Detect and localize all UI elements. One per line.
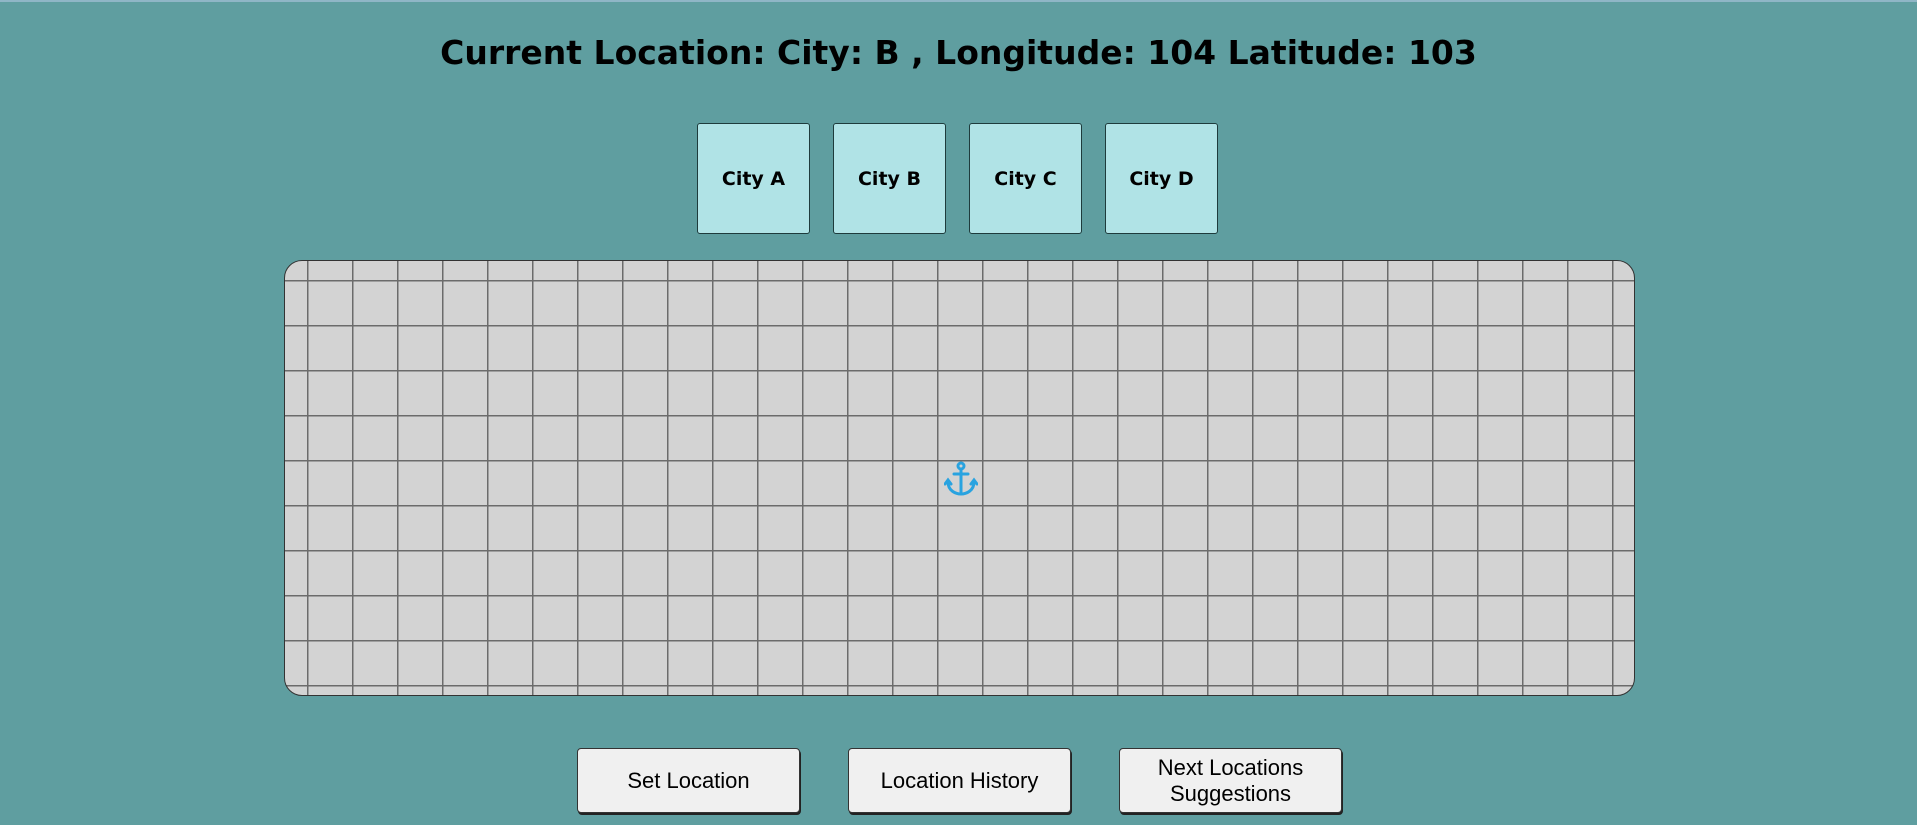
city-selector: City A City B City C City D — [697, 123, 1218, 234]
location-history-button[interactable]: Location History — [848, 748, 1071, 813]
city-c-button[interactable]: City C — [969, 123, 1082, 234]
location-map-grid[interactable] — [284, 260, 1635, 696]
next-locations-suggestions-button[interactable]: Next Locations Suggestions — [1119, 748, 1342, 813]
anchor-icon — [944, 461, 978, 496]
action-bar: Set Location Location History Next Locat… — [577, 748, 1342, 813]
set-location-button[interactable]: Set Location — [577, 748, 800, 813]
city-b-button[interactable]: City B — [833, 123, 946, 234]
current-location-title: Current Location: City: B , Longitude: 1… — [440, 33, 1477, 72]
city-d-button[interactable]: City D — [1105, 123, 1218, 234]
city-a-button[interactable]: City A — [697, 123, 810, 234]
